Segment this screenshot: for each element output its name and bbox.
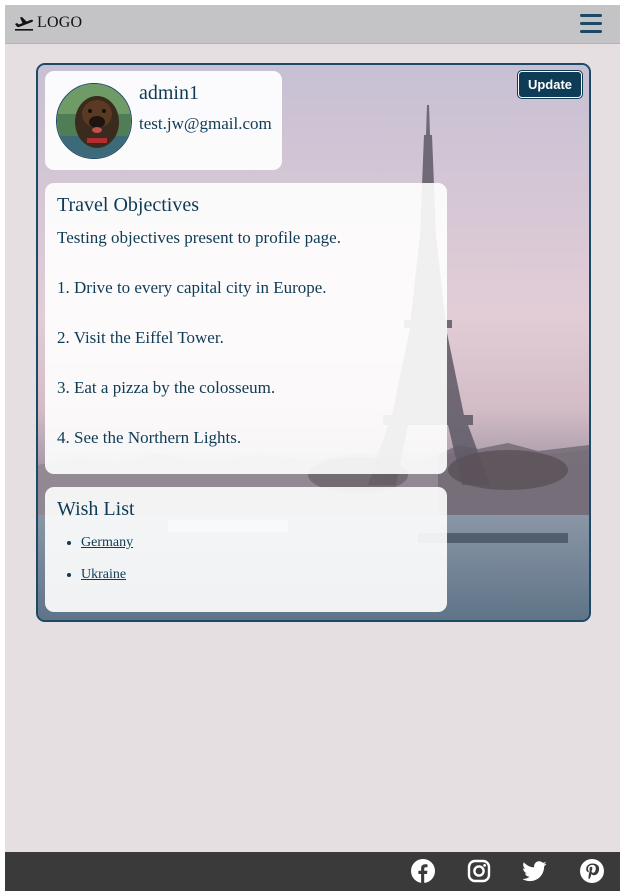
- airplane-departure-icon: [14, 15, 34, 31]
- user-info-box: admin1 test.jw@gmail.com: [45, 71, 282, 170]
- facebook-icon[interactable]: [411, 859, 435, 883]
- wish-list-title: Wish List: [57, 498, 135, 520]
- logo[interactable]: LOGO: [14, 14, 82, 32]
- update-button[interactable]: Update: [516, 70, 584, 99]
- twitter-icon[interactable]: [523, 859, 547, 883]
- pinterest-icon[interactable]: [580, 859, 604, 883]
- travel-objectives-title: Travel Objectives: [57, 194, 200, 216]
- profile-card: Update admin1 test.jw@gmail.com Travel O…: [36, 63, 591, 622]
- hamburger-menu-icon[interactable]: [580, 14, 602, 34]
- instagram-icon[interactable]: [467, 859, 491, 883]
- username: admin1: [139, 82, 199, 104]
- footer: [5, 852, 620, 891]
- page-frame: LOGO Update admin1 test.jw@gmail.com Tra…: [5, 5, 620, 891]
- wish-list-link-ukraine[interactable]: Ukraine: [81, 567, 126, 582]
- avatar: [56, 83, 132, 159]
- logo-text: LOGO: [37, 14, 83, 31]
- wish-list-link-germany[interactable]: Germany: [81, 535, 133, 550]
- email: test.jw@gmail.com: [139, 114, 272, 133]
- wish-list-box: Wish List Germany Ukraine: [45, 487, 447, 612]
- travel-objectives-box: Travel Objectives Testing objectives pre…: [45, 183, 447, 474]
- wish-list: Germany Ukraine: [57, 535, 133, 599]
- navbar: LOGO: [5, 5, 620, 44]
- list-item: Ukraine: [81, 567, 133, 583]
- travel-objectives-text: Testing objectives present to profile pa…: [57, 228, 341, 447]
- list-item: Germany: [81, 535, 133, 551]
